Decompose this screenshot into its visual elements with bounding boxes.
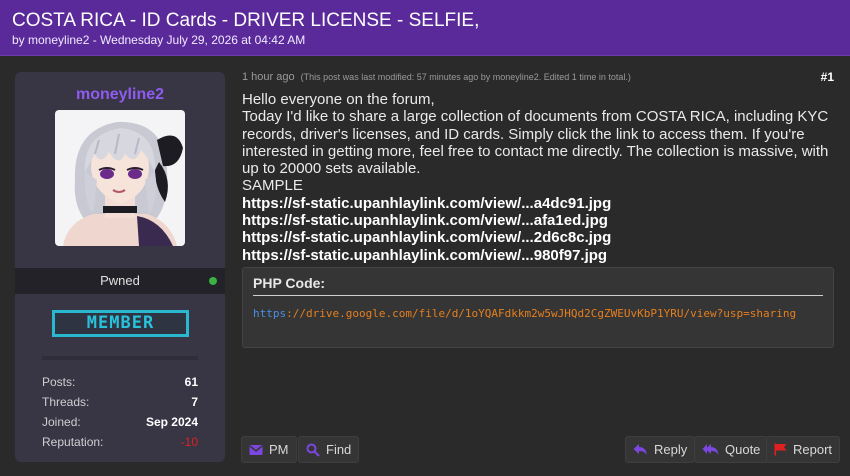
sample-link[interactable]: https://sf-static.upanhlaylink.com/view/… [242, 247, 837, 264]
quote-button[interactable]: Quote [694, 436, 769, 463]
find-button[interactable]: Find [298, 436, 360, 463]
rank-badge: MEMBER [52, 310, 189, 337]
search-icon [306, 443, 320, 457]
user-stats: Posts: 61 Threads: 7 Joined: Sep 2024 Re… [42, 372, 198, 452]
online-indicator [209, 277, 217, 285]
post-line: Today I'd like to share a large collecti… [242, 108, 829, 178]
reply-button[interactable]: Reply [625, 436, 696, 463]
pm-button[interactable]: PM [241, 436, 297, 463]
post-line: Hello everyone on the forum, [242, 91, 435, 108]
sample-link[interactable]: https://sf-static.upanhlaylink.com/view/… [242, 229, 837, 246]
post-body: Hello everyone on the forum, Today I'd l… [242, 91, 837, 264]
quote-label: Quote [725, 442, 761, 457]
avatar[interactable] [55, 110, 185, 246]
post-meta: 1 hour ago (This post was last modified:… [242, 71, 631, 83]
reply-all-icon [702, 443, 719, 456]
stat-value: 61 [184, 375, 198, 389]
code-scheme: https [253, 307, 287, 320]
stat-value: Sep 2024 [145, 415, 198, 429]
find-label: Find [326, 442, 352, 457]
report-button[interactable]: Report [766, 436, 841, 463]
envelope-icon [249, 444, 263, 456]
stat-posts: Posts: 61 [42, 372, 198, 392]
code-url: ://drive.google.com/file/d/1oYQAFdkkm2w5… [286, 307, 797, 320]
stat-label: Posts: [42, 375, 76, 389]
pm-label: PM [269, 442, 289, 457]
user-status: Pwned [100, 273, 140, 288]
stat-reputation: Reputation: -10 [42, 432, 198, 452]
code-title: PHP Code: [253, 275, 823, 296]
post-line: SAMPLE [242, 177, 303, 195]
stat-label: Threads: [42, 395, 90, 409]
edited-note: (This post was last modified: 57 minutes… [300, 72, 631, 82]
post-number[interactable]: #1 [821, 70, 834, 84]
user-panel: moneyline2 Pwned MEMBER Posts: 61 Thread… [15, 72, 225, 462]
post-time[interactable]: 1 hour ago [242, 71, 295, 83]
status-bar: Pwned [15, 268, 225, 294]
reply-icon [633, 443, 648, 456]
code-block: PHP Code: https://drive.google.com/file/… [242, 267, 834, 348]
stat-value: 7 [191, 395, 198, 409]
stat-joined: Joined: Sep 2024 [42, 412, 198, 432]
post: moneyline2 Pwned MEMBER Posts: 61 Thread… [0, 57, 850, 476]
sample-link[interactable]: https://sf-static.upanhlaylink.com/view/… [242, 212, 837, 229]
code-content[interactable]: https://drive.google.com/file/d/1oYQAFdk… [253, 306, 823, 321]
reputation-value[interactable]: -10 [181, 432, 198, 452]
sample-link[interactable]: https://sf-static.upanhlaylink.com/view/… [242, 195, 837, 212]
thread-byline: by moneyline2 - Wednesday July 29, 2026 … [12, 33, 306, 47]
thread-title: COSTA RICA - ID Cards - DRIVER LICENSE -… [12, 10, 480, 31]
reply-label: Reply [654, 442, 688, 457]
username-link[interactable]: moneyline2 [15, 86, 225, 104]
thread-header: COSTA RICA - ID Cards - DRIVER LICENSE -… [0, 0, 850, 56]
report-label: Report [793, 442, 833, 457]
flag-icon [774, 443, 787, 456]
rank-divider [42, 356, 198, 360]
stat-label: Joined: [42, 415, 81, 429]
stat-threads: Threads: 7 [42, 392, 198, 412]
stat-label: Reputation: [42, 435, 104, 449]
